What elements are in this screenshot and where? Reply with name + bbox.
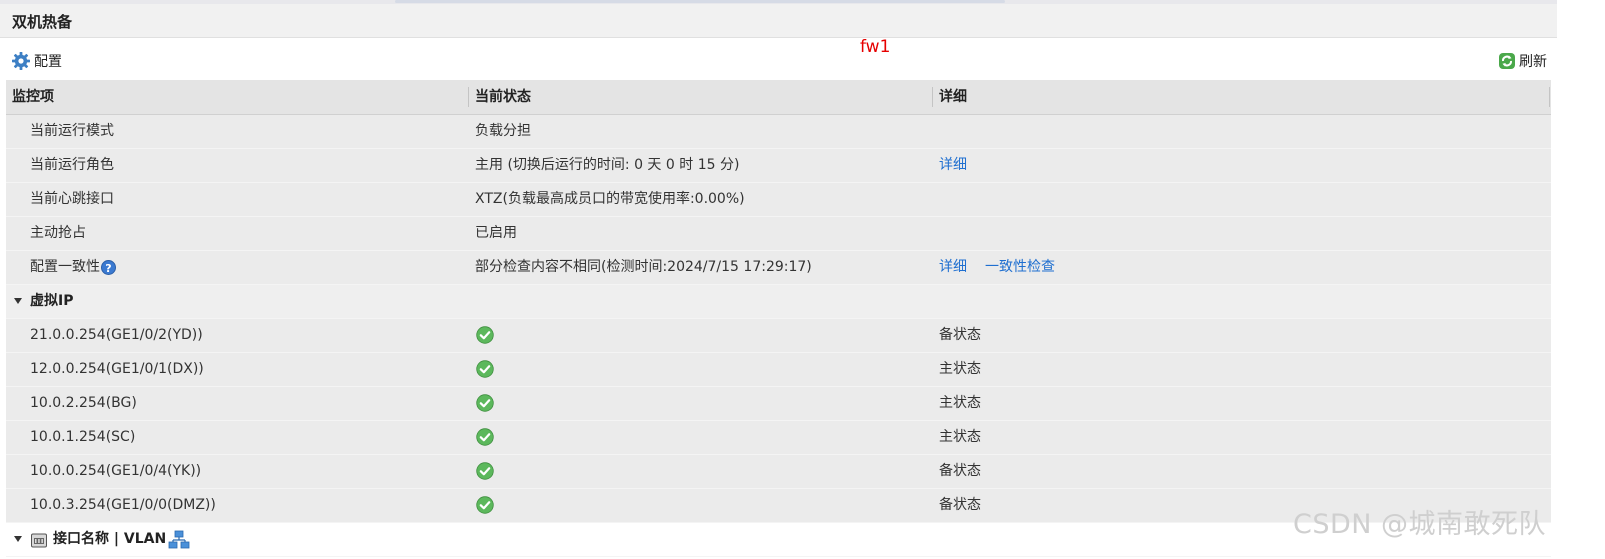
check-circle-icon (476, 428, 494, 446)
column-resize-handle[interactable] (932, 87, 933, 107)
vrrp-state: 主状态 (939, 361, 981, 377)
table-row: 21.0.0.254(GE1/0/2(YD)) 备状态 (6, 319, 1551, 353)
table-row: 10.0.1.254(SC) 主状态 (6, 421, 1551, 455)
right-margin (1557, 0, 1605, 559)
virtual-ip: 10.0.0.254(GE1/0/4(YK)) (30, 463, 202, 479)
interface-card-icon (31, 533, 47, 548)
check-circle-icon (476, 326, 494, 344)
device-name: fw1 (860, 37, 891, 57)
virtual-ip: 10.0.2.254(BG) (30, 395, 137, 411)
ha-status-grid: 监控项 当前状态 详细 当前运行模式 负载分担 当前运行角色 主用 (切换后运行… (6, 80, 1551, 557)
consistency-detail-link[interactable]: 详细 (939, 251, 967, 284)
config-label: 配置 (34, 54, 62, 70)
column-resize-handle[interactable] (468, 87, 469, 107)
column-resize-handle[interactable] (1549, 87, 1550, 107)
table-row: 当前运行模式 负载分担 (6, 115, 1551, 149)
watermark: CSDN @城南敢死队 (1293, 509, 1547, 540)
table-row: 10.0.2.254(BG) 主状态 (6, 387, 1551, 421)
virtual-ip: 21.0.0.254(GE1/0/2(YD)) (30, 327, 203, 343)
config-button[interactable]: 配置 (11, 51, 62, 71)
toolbar: 配置 fw1 刷新 (0, 37, 1557, 80)
table-row: 12.0.0.254(GE1/0/1(DX)) 主状态 (6, 353, 1551, 387)
panel-title: 双机热备 (0, 4, 1557, 38)
table-row: 配置一致性? 部分检查内容不相同(检测时间:2024/7/15 17:29:17… (6, 251, 1551, 285)
help-icon[interactable]: ? (101, 259, 116, 275)
monitor-item: 当前运行角色 (30, 157, 114, 173)
vrrp-state: 主状态 (939, 395, 981, 411)
check-circle-icon (476, 360, 494, 378)
monitor-item: 配置一致性? (30, 251, 116, 284)
monitor-item: 主动抢占 (30, 225, 86, 241)
table-row: 当前运行角色 主用 (切换后运行的时间: 0 天 0 时 15 分) 详细 (6, 149, 1551, 183)
virtual-ip: 10.0.1.254(SC) (30, 429, 136, 445)
col-header-detail[interactable]: 详细 (939, 80, 967, 114)
refresh-icon (1499, 53, 1515, 69)
refresh-label: 刷新 (1519, 54, 1547, 70)
group-label: 接口名称 | VLAN (53, 531, 167, 547)
group-row-virtual-ip[interactable]: 虚拟IP (6, 285, 1551, 319)
monitor-item: 当前心跳接口 (30, 191, 114, 207)
table-row: 当前心跳接口 XTZ(负载最高成员口的带宽使用率:0.00%) (6, 183, 1551, 217)
status-value: 已启用 (475, 225, 517, 241)
status-value: 负载分担 (475, 123, 531, 139)
group-label: 虚拟IP (30, 293, 74, 309)
vrrp-state: 备状态 (939, 497, 981, 513)
grid-header: 监控项 当前状态 详细 (6, 80, 1551, 115)
role-detail-link[interactable]: 详细 (939, 149, 967, 182)
collapse-triangle-icon[interactable] (14, 298, 22, 304)
col-header-status[interactable]: 当前状态 (475, 80, 531, 114)
gear-icon (12, 52, 30, 70)
monitor-item: 当前运行模式 (30, 123, 114, 139)
vrrp-state: 备状态 (939, 463, 981, 479)
refresh-button[interactable]: 刷新 (1498, 51, 1547, 71)
collapse-triangle-icon[interactable] (14, 536, 22, 542)
vrrp-state: 备状态 (939, 327, 981, 343)
consistency-check-link[interactable]: 一致性检查 (985, 251, 1055, 284)
col-header-monitor-item[interactable]: 监控项 (12, 80, 54, 114)
network-icon (168, 530, 190, 549)
virtual-ip: 12.0.0.254(GE1/0/1(DX)) (30, 361, 204, 377)
table-row: 主动抢占 已启用 (6, 217, 1551, 251)
check-circle-icon (476, 496, 494, 514)
status-value: 主用 (切换后运行的时间: 0 天 0 时 15 分) (475, 157, 740, 173)
status-value: 部分检查内容不相同(检测时间:2024/7/15 17:29:17) (475, 259, 812, 275)
top-highlight (395, 0, 1005, 3)
status-value: XTZ(负载最高成员口的带宽使用率:0.00%) (475, 191, 745, 207)
monitor-item-label: 配置一致性 (30, 259, 100, 275)
virtual-ip: 10.0.3.254(GE1/0/0(DMZ)) (30, 497, 216, 513)
check-circle-icon (476, 394, 494, 412)
vrrp-state: 主状态 (939, 429, 981, 445)
table-row: 10.0.0.254(GE1/0/4(YK)) 备状态 (6, 455, 1551, 489)
check-circle-icon (476, 462, 494, 480)
